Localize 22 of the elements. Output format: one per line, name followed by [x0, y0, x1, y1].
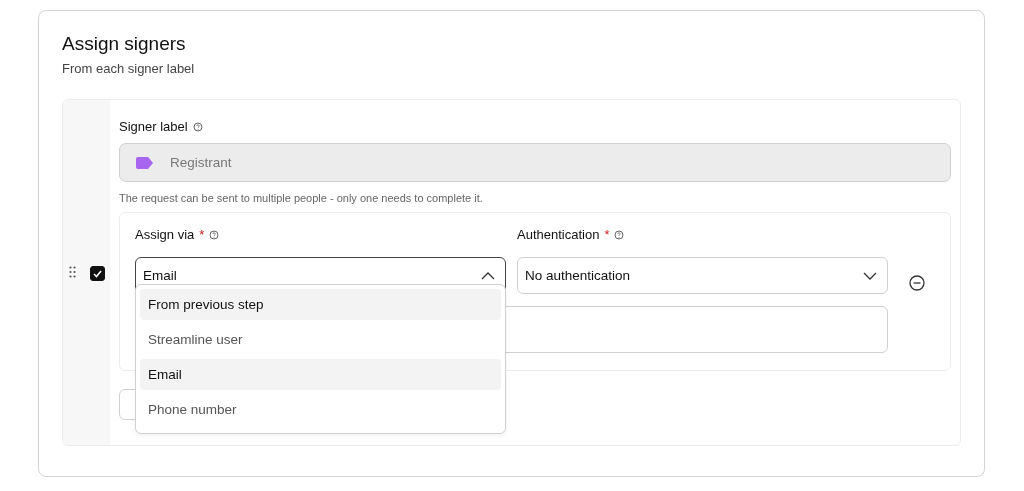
help-icon[interactable] — [192, 121, 203, 132]
remove-icon[interactable] — [909, 275, 925, 291]
authentication-select[interactable]: No authentication — [517, 257, 888, 294]
field-label: Assign via — [135, 227, 195, 242]
help-icon[interactable] — [209, 229, 220, 240]
checkmark-icon — [92, 269, 102, 278]
dropdown-option[interactable]: Email — [140, 359, 501, 390]
field-label: Signer label — [119, 119, 188, 134]
tag-icon — [136, 156, 154, 169]
section-title: Assign signers — [62, 33, 187, 55]
field-label: Authentication — [517, 227, 600, 242]
dropdown-option[interactable]: From previous step — [140, 289, 501, 320]
dropdown-option[interactable]: Phone number — [140, 394, 501, 425]
required-mark: * — [604, 227, 610, 242]
help-text: The request can be sent to multiple people - only one needs to complete it. — [119, 192, 484, 204]
section-subtitle: From each signer label — [62, 61, 196, 76]
chevron-down-icon — [863, 271, 877, 280]
help-icon[interactable] — [614, 229, 625, 240]
dropdown-option[interactable]: Streamline user — [140, 324, 501, 355]
drag-handle-icon[interactable] — [68, 266, 76, 278]
required-mark: * — [199, 227, 205, 242]
chevron-up-icon — [481, 271, 495, 280]
